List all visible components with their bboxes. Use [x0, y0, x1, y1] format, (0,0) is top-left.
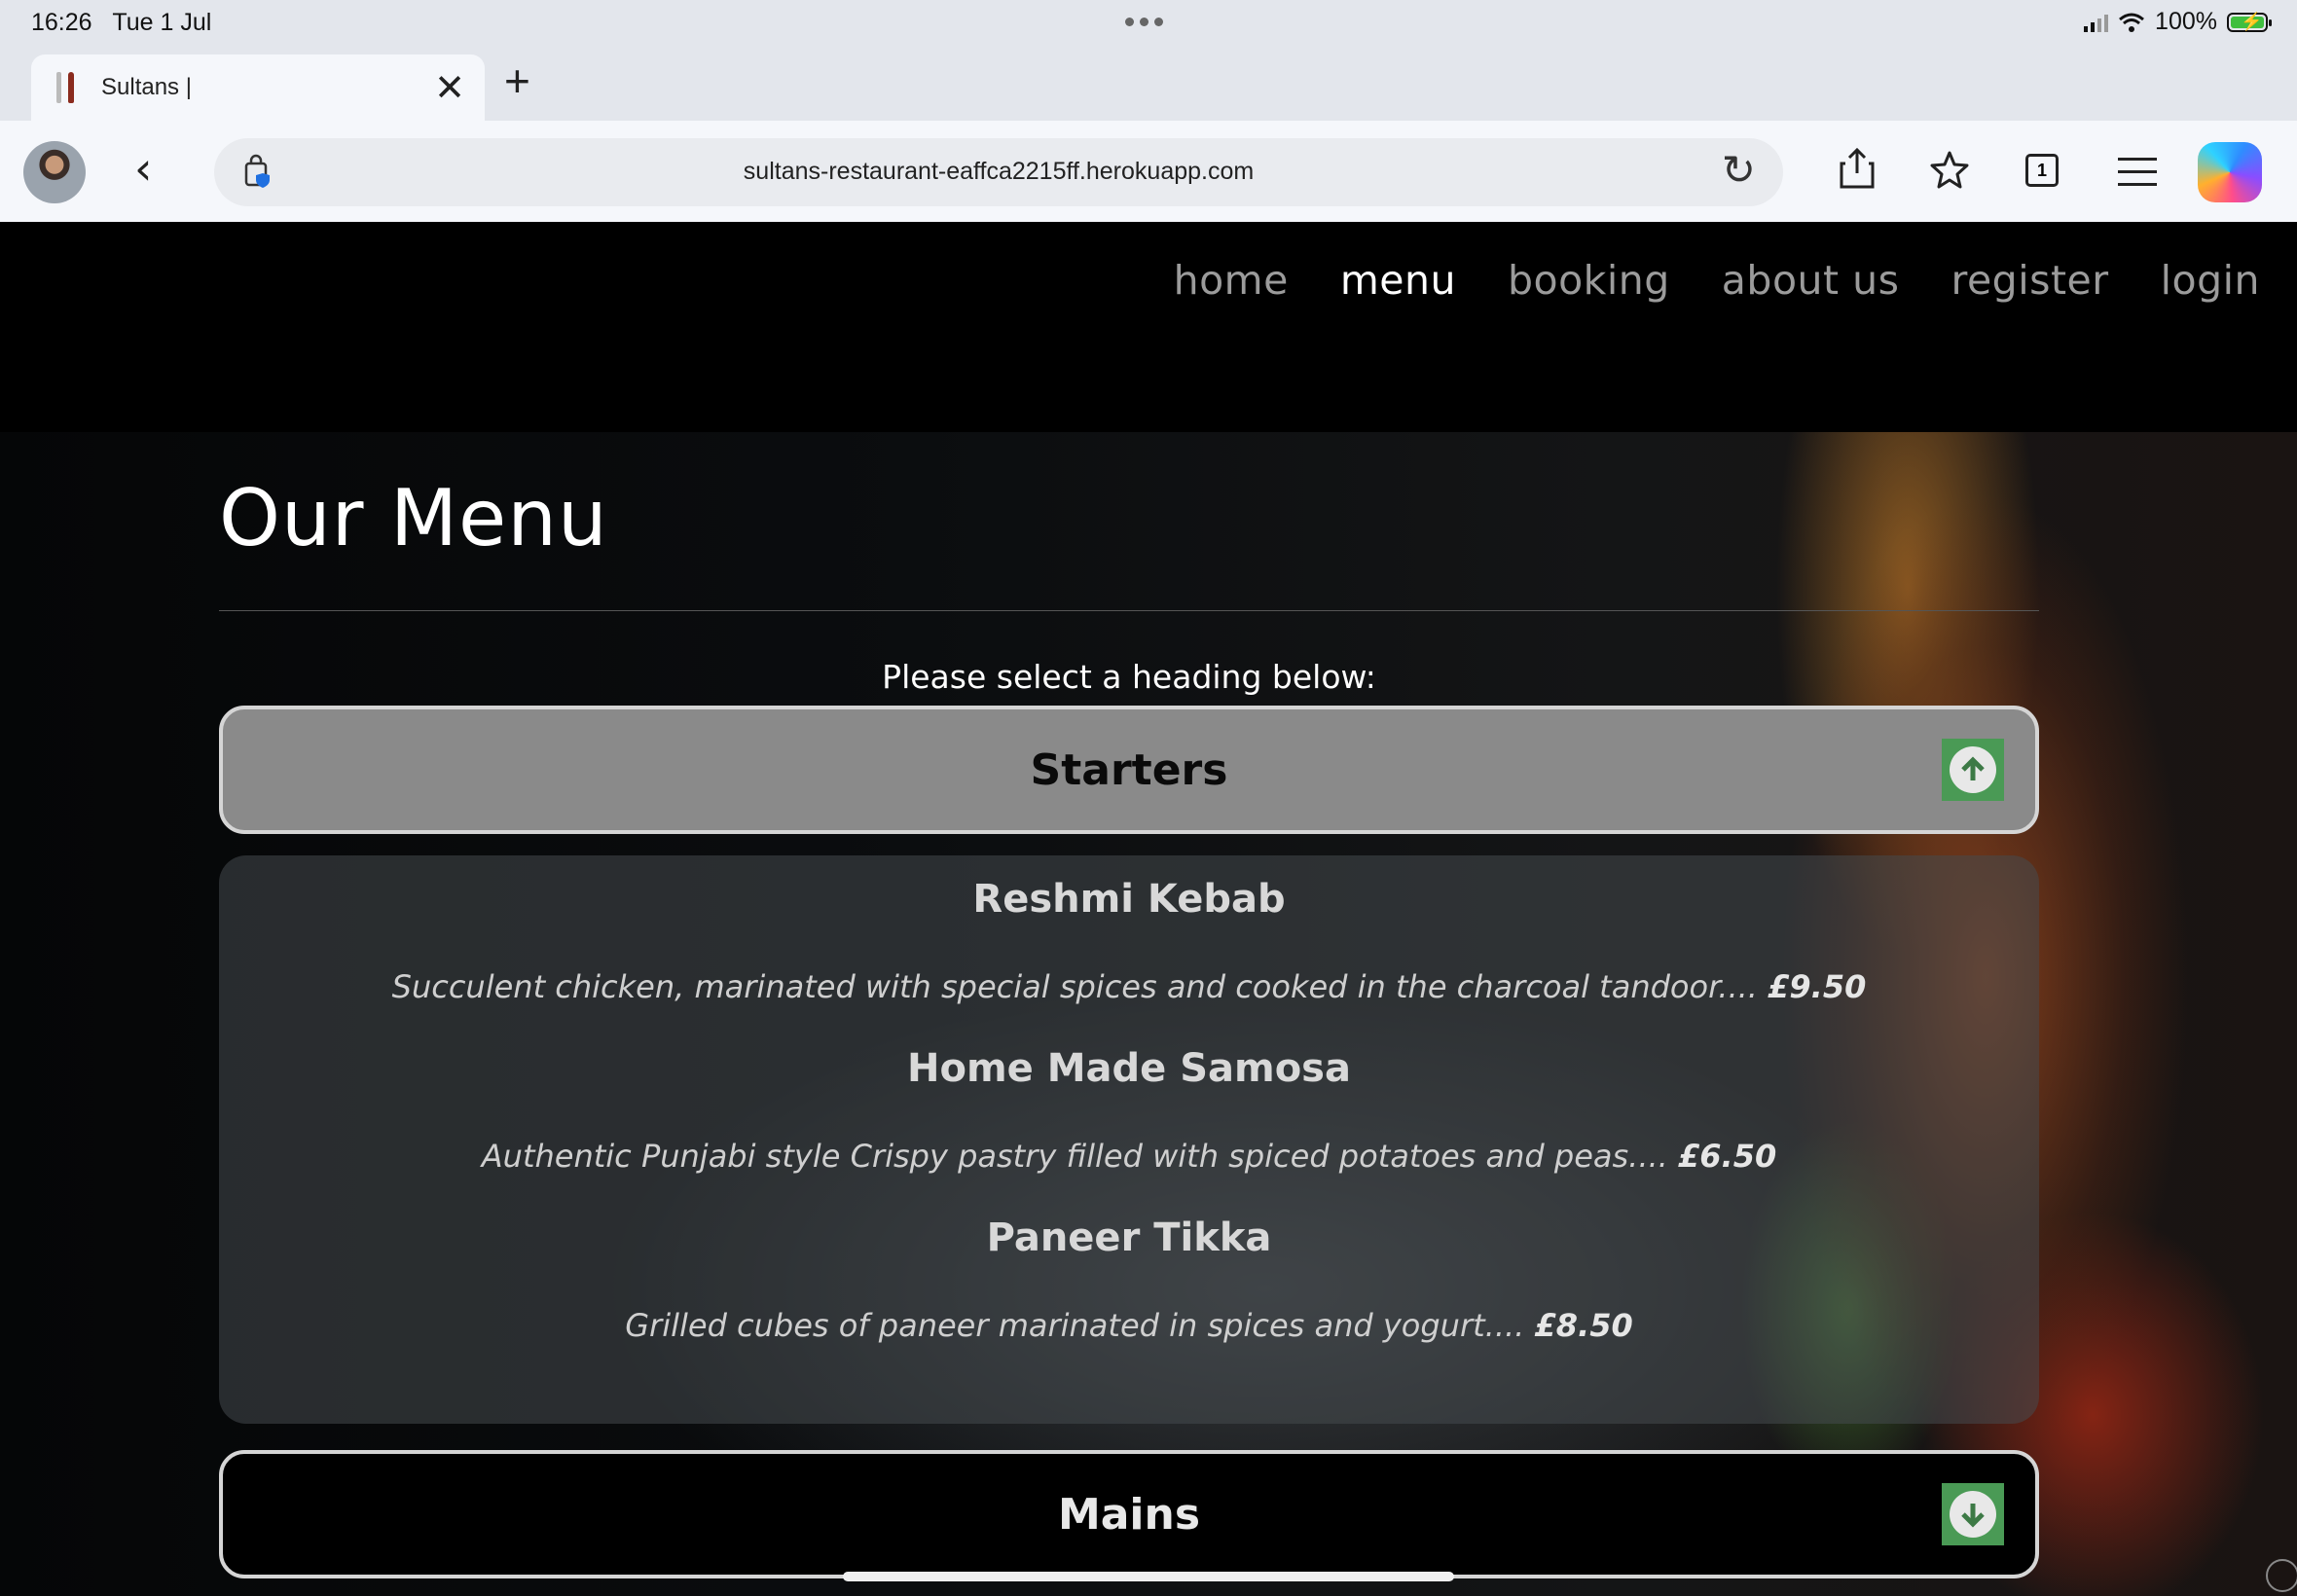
dish-price: £9.50 — [1768, 968, 1867, 1005]
menu-icon[interactable] — [2118, 158, 2157, 196]
dish-description: Authentic Punjabi style Crispy pastry fi… — [481, 1138, 1777, 1175]
nav-link-home[interactable]: home — [1174, 257, 1289, 304]
battery-percent: 100% — [2155, 8, 2217, 35]
page-title: Our Menu — [219, 473, 608, 563]
site-navbar: home menu booking about us register logi… — [0, 222, 2297, 432]
profile-avatar[interactable] — [23, 141, 86, 203]
dish-name: Home Made Samosa — [907, 1046, 1351, 1091]
assistive-touch-icon[interactable] — [2266, 1559, 2297, 1592]
browser-toolbar: ‹ sultans-restaurant-eaffca2215ff.heroku… — [0, 121, 2297, 222]
wifi-icon — [2119, 13, 2145, 32]
favorite-star-icon[interactable] — [1929, 150, 1970, 189]
status-time: 16:26 Tue 1 Jul — [31, 9, 212, 36]
dish-price: £8.50 — [1534, 1307, 1633, 1344]
expand-arrow-down-icon[interactable] — [1942, 1483, 2004, 1545]
section-title: Mains — [1057, 1489, 1201, 1540]
close-tab-icon[interactable]: ✕ — [434, 69, 465, 106]
reload-icon[interactable]: ↻ — [1722, 150, 1756, 191]
starters-menu-panel: Reshmi Kebab Succulent chicken, marinate… — [219, 855, 2039, 1424]
dish-description: Grilled cubes of paneer marinated in spi… — [625, 1307, 1633, 1344]
collapse-arrow-up-icon[interactable] — [1942, 739, 2004, 801]
browser-tab[interactable]: Sultans | ✕ — [31, 54, 485, 121]
nav-link-about-us[interactable]: about us — [1722, 257, 1900, 304]
cellular-signal-icon — [2084, 13, 2109, 32]
new-tab-icon[interactable]: + — [504, 58, 530, 103]
tab-strip: Sultans | ✕ + — [0, 47, 2297, 121]
share-icon[interactable] — [1838, 146, 1877, 191]
mains-accordion-button[interactable]: Mains — [219, 1450, 2039, 1578]
nav-link-register[interactable]: register — [1951, 257, 2108, 304]
instruction-text: Please select a heading below: — [882, 658, 1376, 696]
nav-links: home menu booking about us register logi… — [1174, 257, 2260, 304]
nav-link-login[interactable]: login — [2161, 257, 2260, 304]
dish-name: Paneer Tikka — [986, 1215, 1272, 1260]
title-divider — [219, 610, 2039, 611]
dish-price: £6.50 — [1678, 1138, 1777, 1175]
multitasking-dots-icon[interactable] — [1125, 18, 1163, 26]
cutlery-favicon-icon — [51, 70, 80, 105]
section-title: Starters — [1030, 744, 1228, 795]
status-indicators: 100% ⚡ — [2084, 8, 2272, 36]
tab-count-button[interactable]: 1 — [2025, 154, 2059, 187]
tab-title: Sultans | — [101, 74, 192, 100]
dish-description: Succulent chicken, marinated with specia… — [391, 968, 1867, 1005]
battery-icon: ⚡ — [2227, 12, 2272, 32]
home-indicator[interactable] — [843, 1572, 1454, 1581]
status-bar: 16:26 Tue 1 Jul 100% ⚡ — [0, 0, 2297, 47]
copilot-icon[interactable] — [2198, 142, 2262, 202]
url-text: sultans-restaurant-eaffca2215ff.herokuap… — [743, 158, 1255, 185]
nav-link-menu[interactable]: menu — [1340, 257, 1456, 304]
address-bar[interactable]: sultans-restaurant-eaffca2215ff.herokuap… — [214, 138, 1783, 206]
dish-name: Reshmi Kebab — [972, 877, 1286, 922]
starters-accordion-button[interactable]: Starters — [219, 706, 2039, 834]
back-icon[interactable]: ‹ — [134, 146, 152, 191]
nav-link-booking[interactable]: booking — [1508, 257, 1670, 304]
web-page: home menu booking about us register logi… — [0, 222, 2297, 1596]
